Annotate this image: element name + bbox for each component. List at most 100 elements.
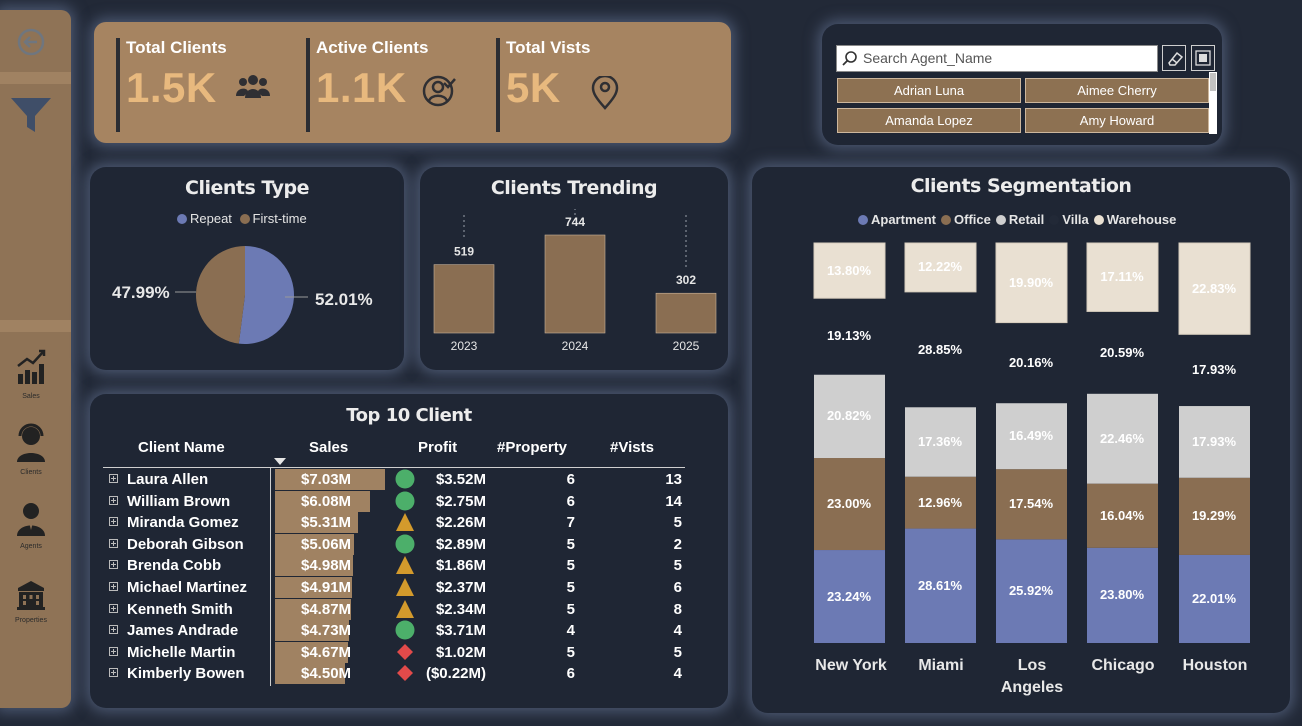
sidebar-divider (0, 320, 71, 332)
column-header-client-name[interactable]: Client Name (138, 439, 225, 456)
agent-button[interactable]: Aimee Cherry (1025, 78, 1209, 103)
column-header-property[interactable]: #Property (497, 439, 567, 456)
client-name: Michelle Martin (127, 643, 236, 661)
pie-chart (175, 246, 308, 344)
back-button[interactable] (0, 28, 62, 61)
visit-count: 4 (673, 665, 682, 683)
visit-count: 5 (673, 643, 682, 661)
kpi-value: 1.5K (126, 64, 217, 111)
nav-clients-label: Clients (20, 469, 42, 476)
trend-bar-2025[interactable] (655, 292, 717, 334)
nav-clients[interactable]: Clients (0, 422, 62, 476)
expand-row-icon[interactable] (109, 517, 118, 527)
kpi-total-visits: Total Vists 5K (496, 38, 676, 132)
client-name: James Andrade (127, 622, 239, 640)
agent-button[interactable]: Amy Howard (1025, 108, 1209, 133)
agent-button[interactable]: Adrian Luna (837, 78, 1021, 103)
segment-label: 28.85% (917, 341, 963, 357)
sales-value: $7.03M (301, 471, 352, 488)
pie-slice-repeat[interactable] (238, 246, 294, 344)
back-arrow-icon (17, 28, 45, 56)
expand-row-icon[interactable] (109, 582, 118, 591)
segment-label: 17.93% (1191, 362, 1237, 378)
nav-sales[interactable]: Sales (0, 348, 62, 400)
property-count: 6 (566, 665, 575, 683)
segment-label: 28.61% (917, 577, 963, 593)
expand-row-icon[interactable] (109, 495, 118, 505)
clients-trending-panel: Clients Trending 519 2023 744 2024 302 2025 (420, 167, 728, 370)
table-row[interactable]: Laura Allen $7.03M $3.52M 6 13 (102, 469, 692, 490)
expand-row-icon[interactable] (109, 625, 118, 635)
headset-user-icon (17, 423, 45, 462)
city-label: Houston (1182, 657, 1248, 674)
pie-slice-first-time[interactable] (195, 246, 245, 344)
filter-icon (11, 98, 51, 132)
expand-row-icon[interactable] (109, 538, 118, 548)
segment-label: 17.54% (1008, 496, 1054, 512)
table-row[interactable]: James Andrade $4.73M $3.71M 4 4 (102, 620, 692, 642)
segment-label: 20.16% (1008, 354, 1054, 370)
profit-value: $2.37M (435, 579, 486, 596)
trend-bar-2023[interactable] (433, 264, 495, 334)
profit-value: $1.02M (435, 643, 486, 661)
table-row[interactable]: Brenda Cobb $4.98M $1.86M 5 5 (102, 555, 692, 577)
client-name: Laura Allen (127, 471, 209, 488)
segment-label: 20.82% (826, 408, 872, 424)
people-icon (236, 75, 270, 98)
table-row[interactable]: Kimberly Bowen $4.50M ($0.22M) 6 4 (102, 663, 692, 685)
profit-value: $2.26M (435, 514, 486, 532)
header-divider (103, 467, 685, 468)
trend-value-label: 744 (565, 215, 585, 229)
table-row[interactable]: William Brown $6.08M $2.75M 6 14 (102, 490, 692, 512)
segment-label: 22.83% (1191, 280, 1237, 296)
trend-value-label: 302 (676, 273, 696, 287)
select-all-button[interactable] (1191, 45, 1215, 71)
profit-value: $2.89M (435, 535, 486, 553)
profit-value: ($0.22M) (425, 665, 486, 683)
expand-row-icon[interactable] (109, 668, 118, 678)
expand-row-icon[interactable] (109, 560, 118, 570)
sales-value: $4.73M (301, 622, 352, 640)
nav-agents-label: Agents (20, 543, 42, 550)
kpi-total-clients: Total Clients 1.5K (116, 38, 296, 132)
expand-row-icon[interactable] (109, 603, 118, 613)
segment-label: 22.01% (1191, 590, 1237, 606)
pie-label-first-time: 47.99% (112, 283, 170, 302)
table-row[interactable]: Michael Martinez $4.91M $2.37M 5 6 (102, 577, 692, 598)
table-row[interactable]: Michelle Martin $4.67M $1.02M 5 5 (102, 641, 692, 663)
client-name: Kenneth Smith (127, 600, 233, 618)
property-count: 5 (566, 643, 575, 661)
agent-button[interactable]: Amanda Lopez (837, 108, 1021, 133)
visit-count: 13 (665, 471, 682, 488)
visit-count: 4 (673, 622, 682, 640)
table-row[interactable]: Miranda Gomez $5.31M $2.26M 7 5 (102, 512, 692, 534)
sales-value: $4.91M (301, 579, 352, 596)
kpi-active-clients: Active Clients 1.1K (306, 38, 486, 132)
column-header-visits[interactable]: #Vists (610, 439, 654, 456)
sort-desc-icon[interactable] (274, 458, 286, 466)
agent-search-input[interactable]: Search Agent_Name (836, 45, 1158, 72)
trend-bar-2024[interactable] (544, 234, 606, 334)
filter-button[interactable] (0, 96, 62, 141)
city-label: Chicago (1091, 657, 1155, 674)
nav-agents[interactable]: Agents (0, 502, 62, 550)
bar-chart-icon (17, 349, 46, 384)
clear-selection-button[interactable] (1162, 45, 1186, 71)
column-header-profit[interactable]: Profit (418, 439, 457, 456)
visit-count: 2 (673, 535, 682, 553)
table-row[interactable]: Deborah Gibson $5.06M $2.89M 5 2 (102, 533, 692, 555)
sidebar: Sales Clients Agents Properties (0, 10, 71, 708)
scrollbar-thumb[interactable] (1210, 73, 1216, 91)
expand-row-icon[interactable] (109, 646, 118, 656)
sales-value: $5.06M (301, 535, 352, 553)
table-row[interactable]: Kenneth Smith $4.87M $2.34M 5 8 (102, 598, 692, 620)
nav-properties[interactable]: Properties (0, 580, 62, 624)
sales-value: $4.98M (301, 557, 352, 575)
expand-row-icon[interactable] (109, 474, 118, 483)
kpi-value: 1.1K (316, 64, 407, 111)
property-count: 5 (566, 579, 575, 596)
column-header-sales[interactable]: Sales (309, 439, 348, 456)
sidebar-divider (0, 72, 71, 84)
sales-value: $4.50M (301, 665, 352, 683)
sales-value: $4.87M (301, 600, 352, 618)
